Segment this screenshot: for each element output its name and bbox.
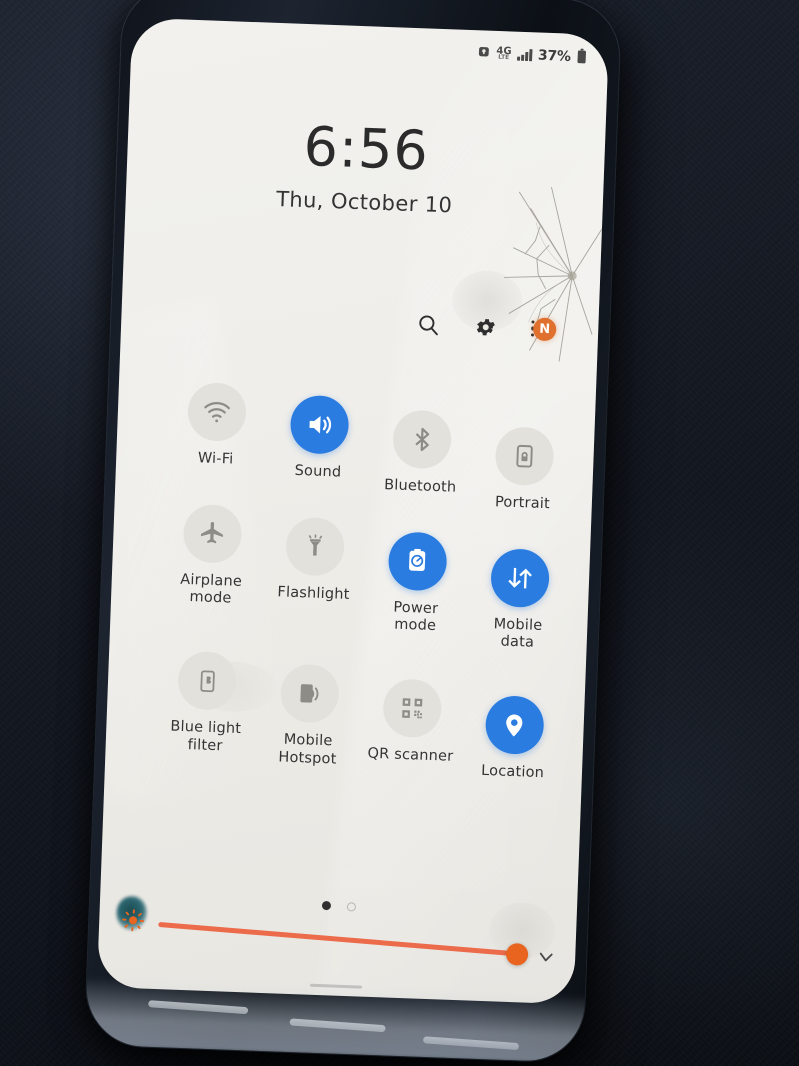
flashlight-icon[interactable]: [285, 516, 346, 577]
signal-bars-icon: [517, 49, 533, 62]
gear-icon[interactable]: [472, 313, 499, 340]
hotspot-icon[interactable]: [279, 663, 340, 724]
qs-label: QR scanner: [367, 745, 454, 765]
qs-label: Wi-Fi: [197, 450, 234, 468]
qs-tile-mobile-hotspot[interactable]: Mobile Hotspot: [256, 663, 362, 770]
qs-tile-blue-light-filter[interactable]: Blue light filter: [153, 650, 259, 757]
qs-label: Airplane mode: [180, 571, 243, 607]
navigation-pill: [309, 983, 362, 989]
qs-tile-location[interactable]: Location: [460, 694, 566, 801]
clock-date: Thu, October 10: [275, 186, 453, 218]
qs-tile-mobile-data[interactable]: Mobile data: [466, 547, 572, 654]
qs-label: Mobile data: [493, 615, 543, 652]
blue-light-filter-icon[interactable]: [177, 650, 238, 711]
page-dot-inactive[interactable]: [346, 902, 356, 912]
phone-screen: 4G LTE 37% 6:56 Thu, October 10 N Wi-Fi …: [96, 17, 610, 1005]
qs-tile-flashlight[interactable]: Flashlight: [261, 515, 367, 622]
qs-label: Blue light filter: [170, 718, 242, 755]
device-bottom-highlight: [422, 1036, 520, 1051]
status-bar: 4G LTE 37%: [477, 44, 587, 67]
rotation-lock-icon[interactable]: [494, 426, 555, 487]
brightness-slider-thumb[interactable]: [505, 942, 530, 966]
qs-tile-qr-scanner[interactable]: QR scanner: [358, 677, 464, 784]
overflow-menu[interactable]: N: [530, 316, 557, 341]
clock-time: 6:56: [302, 114, 430, 183]
quick-settings-actions: N: [414, 311, 557, 342]
battery-percent-label: 37%: [537, 47, 572, 66]
phone-device: 4G LTE 37% 6:56 Thu, October 10 N Wi-Fi …: [84, 0, 622, 1063]
chevron-down-icon[interactable]: [534, 944, 558, 968]
qs-tile-portrait[interactable]: Portrait: [471, 425, 577, 514]
brightness-sun-icon: [120, 908, 145, 937]
alarm-lock-icon: [477, 45, 491, 62]
wifi-icon[interactable]: [187, 381, 248, 442]
qs-tile-power-mode[interactable]: Power mode: [363, 530, 469, 637]
qs-label: Flashlight: [277, 583, 350, 603]
qs-label: Mobile Hotspot: [278, 731, 337, 768]
quick-settings-grid: Wi-Fi Sound Bluetooth Portrait Airplane …: [153, 381, 578, 782]
qs-label: Bluetooth: [383, 477, 457, 496]
network-type-indicator: 4G LTE: [496, 45, 513, 61]
notification-badge[interactable]: N: [532, 316, 557, 341]
location-pin-icon[interactable]: [484, 695, 545, 756]
search-icon[interactable]: [414, 311, 441, 338]
qs-tile-sound[interactable]: Sound: [266, 394, 372, 483]
brightness-slider[interactable]: [158, 921, 530, 966]
qs-tile-bluetooth[interactable]: Bluetooth: [369, 409, 475, 498]
device-bottom-highlight: [289, 1018, 386, 1033]
qs-label: Portrait: [494, 494, 551, 513]
power-mode-icon[interactable]: [387, 531, 448, 592]
bluetooth-icon[interactable]: [391, 409, 453, 470]
page-dot-active[interactable]: [321, 900, 331, 911]
qs-tile-airplane-mode[interactable]: Airplane mode: [159, 503, 265, 610]
qs-label: Sound: [294, 462, 342, 481]
quick-settings-row: Blue light filter Mobile Hotspot QR scan…: [153, 650, 568, 781]
qs-label: Location: [480, 762, 545, 782]
device-bottom-highlight: [148, 1000, 249, 1015]
qs-tile-wifi[interactable]: Wi-Fi: [164, 381, 270, 470]
airplane-icon[interactable]: [182, 503, 243, 564]
qr-code-icon[interactable]: [382, 678, 443, 739]
quick-settings-row: Airplane mode Flashlight Power mode Mobi…: [159, 503, 574, 651]
quick-settings-row: Wi-Fi Sound Bluetooth Portrait: [164, 381, 578, 512]
clock-widget: 6:56 Thu, October 10: [125, 114, 605, 223]
mobile-data-icon[interactable]: [489, 547, 550, 608]
battery-icon: [577, 48, 587, 66]
volume-icon[interactable]: [289, 394, 350, 455]
qs-label: Power mode: [393, 599, 439, 635]
